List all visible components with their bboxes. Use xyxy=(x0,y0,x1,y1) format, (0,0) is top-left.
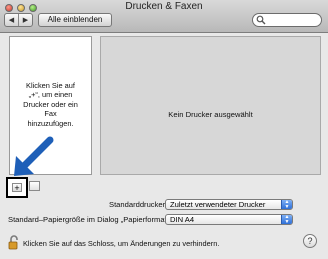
default-printer-value: Zuletzt verwendeter Drucker xyxy=(170,200,266,209)
navigation-buttons: ◀ ▶ xyxy=(4,13,33,27)
add-printer-button[interactable]: + xyxy=(12,183,22,193)
popup-arrows-icon: ▲ ▼ xyxy=(281,200,292,209)
pointer-arrow-icon xyxy=(14,136,54,176)
printer-detail-pane: Kein Drucker ausgewählt xyxy=(100,36,321,175)
hint-line: hinzuzufügen. xyxy=(27,118,74,128)
show-all-button[interactable]: Alle einblenden xyxy=(38,13,112,27)
remove-printer-button[interactable] xyxy=(29,181,40,191)
search-icon xyxy=(256,15,266,25)
search-field[interactable] xyxy=(252,13,322,27)
popup-arrows-icon: ▲ ▼ xyxy=(281,215,292,224)
no-printer-selected-text: Kein Drucker ausgewählt xyxy=(168,110,253,119)
help-button[interactable]: ? xyxy=(303,234,317,248)
back-button[interactable]: ◀ xyxy=(5,14,19,26)
paper-size-popup[interactable]: DIN A4 ▲ ▼ xyxy=(165,214,293,225)
window-title: Drucken & Faxen xyxy=(125,1,203,12)
hint-line: Fax xyxy=(44,109,57,119)
add-printer-hint: Klicken Sie auf „+“, um einen Drucker od… xyxy=(10,81,91,128)
hint-line: Klicken Sie auf xyxy=(26,81,75,90)
paper-size-label: Standard–Papiergröße im Dialog „Papierfo… xyxy=(8,215,172,224)
default-printer-label: Standarddrucker: xyxy=(109,200,168,209)
lock-icon[interactable] xyxy=(8,234,20,250)
forward-button[interactable]: ▶ xyxy=(19,14,32,26)
paper-size-value: DIN A4 xyxy=(170,215,195,224)
title-bar: Drucken & Faxen ◀ ▶ Alle einblenden xyxy=(0,0,328,33)
hint-line: „+“, um einen xyxy=(28,90,73,100)
add-printer-highlight: + xyxy=(6,177,28,198)
lock-instruction: Klicken Sie auf das Schloss, um Änderung… xyxy=(23,239,220,248)
hint-line: Drucker oder ein xyxy=(23,99,78,109)
default-printer-popup[interactable]: Zuletzt verwendeter Drucker ▲ ▼ xyxy=(165,199,293,210)
